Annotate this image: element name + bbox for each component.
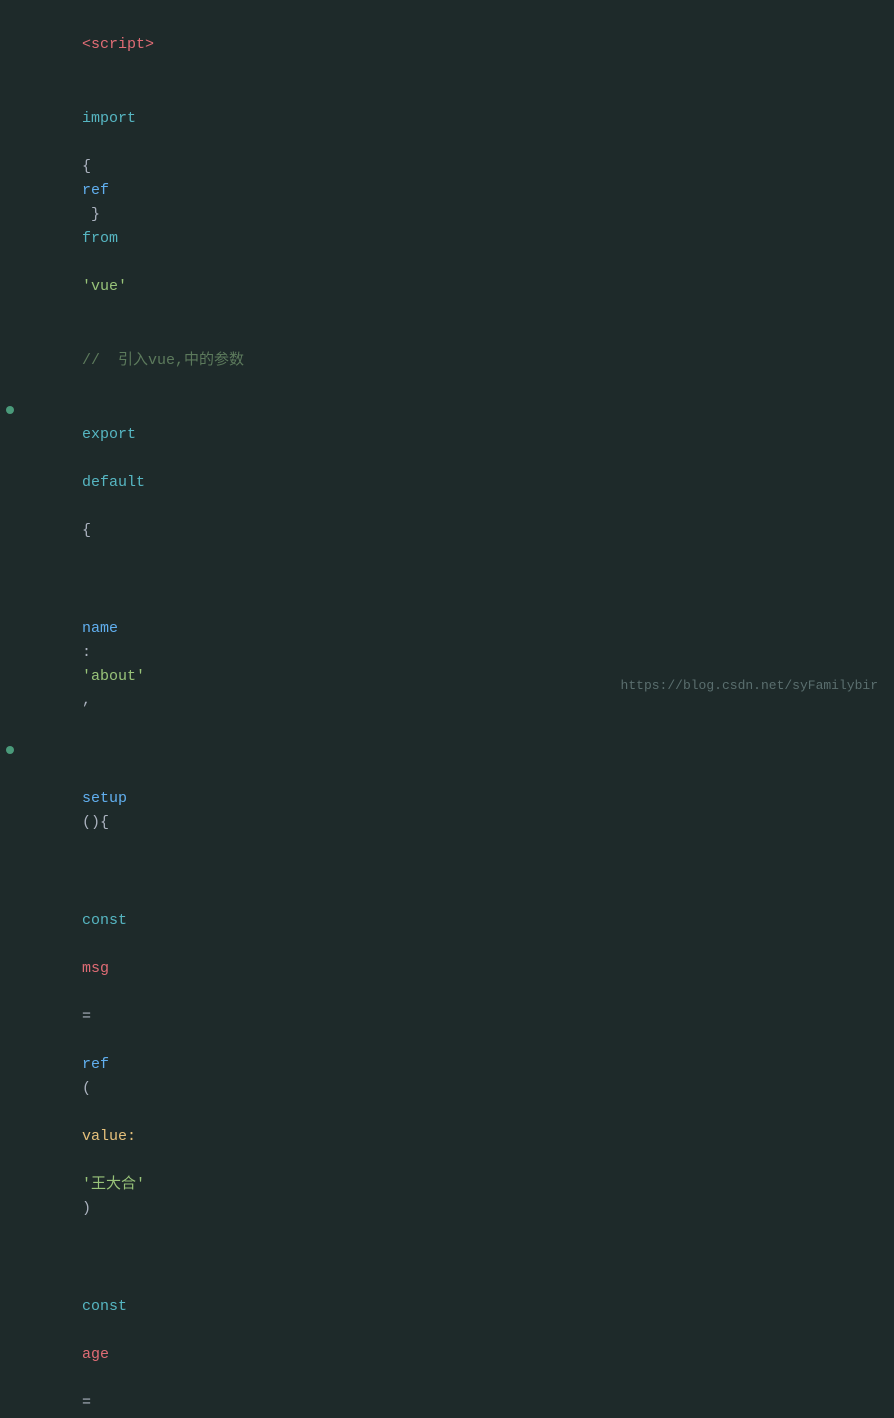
code-line-8: const age = ref ( value: 18 ) xyxy=(20,1247,894,1418)
const-keyword-1: const xyxy=(82,912,127,929)
line-1: <script> xyxy=(0,8,894,82)
comment-import: // 引入vue,中的参数 xyxy=(82,352,244,369)
name-prop: name xyxy=(82,620,118,637)
ref-keyword: ref xyxy=(82,182,109,199)
code-line-4: export default { xyxy=(20,399,894,567)
line-7: const msg = ref ( value: '王大合' ) xyxy=(0,860,894,1246)
code-line-3: // 引入vue,中的参数 xyxy=(20,325,894,397)
from-keyword: from xyxy=(82,230,118,247)
const-keyword-2: const xyxy=(82,1298,127,1315)
line-5: name : 'about' , xyxy=(0,568,894,738)
import-keyword: import xyxy=(82,110,136,127)
gutter-dot-6 xyxy=(6,746,14,754)
code-line-2: import { ref } from 'vue' xyxy=(20,83,894,323)
vue-string: 'vue' xyxy=(82,278,127,295)
script-open-tag: <script> xyxy=(82,36,154,53)
line-2: import { ref } from 'vue' xyxy=(0,82,894,324)
line-6: setup (){ xyxy=(0,738,894,860)
code-line-1: <script> xyxy=(20,9,894,81)
age-var: age xyxy=(82,1346,109,1363)
gutter-4 xyxy=(0,406,20,414)
line-3: // 引入vue,中的参数 xyxy=(0,324,894,398)
wang-string: '王大合' xyxy=(82,1176,145,1193)
code-line-6: setup (){ xyxy=(20,739,894,859)
line-8: const age = ref ( value: 18 ) xyxy=(0,1246,894,1418)
footer-url: https://blog.csdn.net/syFamilybir xyxy=(621,676,878,697)
export-keyword: export xyxy=(82,426,136,443)
line-4: export default { xyxy=(0,398,894,568)
about-string: 'about' xyxy=(82,668,145,685)
setup-func: setup xyxy=(82,790,127,807)
gutter-dot-4 xyxy=(6,406,14,414)
ref-call-1: ref xyxy=(82,1056,109,1073)
default-keyword: default xyxy=(82,474,145,491)
code-line-7: const msg = ref ( value: '王大合' ) xyxy=(20,861,894,1245)
msg-var: msg xyxy=(82,960,109,977)
code-editor: <script> import { ref } from 'vue' // 引入… xyxy=(0,0,894,1418)
gutter-6 xyxy=(0,746,20,754)
code-line-5: name : 'about' , xyxy=(20,569,894,737)
value-prop-1: value: xyxy=(82,1128,136,1145)
